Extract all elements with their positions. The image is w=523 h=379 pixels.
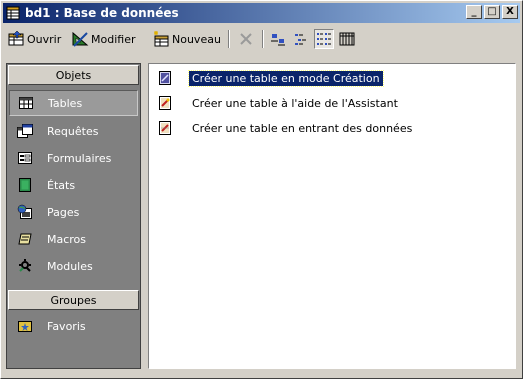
objects-item-tables[interactable]: Tables: [9, 90, 138, 116]
list-item-label: Créer une table en entrant des données: [192, 121, 413, 135]
table-icon: [18, 95, 34, 111]
query-icon: [17, 123, 33, 139]
small-icons-view-button[interactable]: [291, 29, 311, 49]
objects-item-pages[interactable]: Pages: [9, 199, 138, 225]
groups-header-label: Groupes: [50, 293, 97, 307]
new-label: Nouveau: [172, 32, 221, 46]
form-icon: [17, 150, 33, 166]
delete-icon: [240, 33, 252, 45]
objects-item-queries[interactable]: Requêtes: [9, 118, 138, 144]
objects-item-label: États: [47, 178, 76, 192]
database-window: bd1 : Base de données _ □ X Ouvrir Modif…: [0, 0, 523, 379]
list-item-create-wizard[interactable]: Créer une table à l'aide de l'Assistant: [157, 94, 401, 112]
new-button[interactable]: Nouveau: [152, 28, 221, 50]
minimize-button[interactable]: _: [466, 5, 482, 19]
details-view-button[interactable]: [337, 29, 357, 49]
list-view-icon: [317, 33, 331, 45]
objects-item-label: Macros: [47, 232, 87, 246]
large-icons-icon: [271, 34, 285, 46]
new-table-icon: [152, 30, 170, 48]
objects-item-label: Modules: [47, 259, 93, 273]
objects-bar: Objets Tables Requêtes Formulaires États: [6, 63, 141, 369]
list-item-label: Créer une table en mode Création: [188, 69, 384, 87]
macro-icon: [17, 231, 33, 247]
objects-item-forms[interactable]: Formulaires: [9, 145, 138, 171]
list-view-button[interactable]: [314, 29, 334, 49]
close-button[interactable]: X: [502, 5, 518, 19]
objects-list-pane[interactable]: Créer une table en mode Création Créer u…: [148, 63, 516, 369]
open-button[interactable]: Ouvrir: [7, 28, 61, 50]
details-view-icon: [339, 32, 355, 46]
modify-label: Modifier: [91, 32, 136, 46]
toolbar-separator: [228, 30, 230, 48]
groups-item-favorites[interactable]: Favoris: [9, 313, 138, 339]
objects-item-reports[interactable]: États: [9, 172, 138, 198]
design-ruler-icon: [71, 30, 89, 48]
objects-item-label: Tables: [48, 96, 83, 110]
maximize-icon: □: [487, 6, 497, 17]
list-item-label: Créer une table à l'aide de l'Assistant: [192, 96, 398, 110]
design-table-icon: [157, 70, 173, 86]
small-icons-icon: [295, 34, 306, 45]
objects-item-modules[interactable]: Modules: [9, 253, 138, 279]
favorites-folder-icon: [17, 318, 33, 334]
module-icon: [17, 258, 33, 274]
close-icon: X: [506, 6, 514, 17]
objects-header-label: Objets: [55, 68, 92, 82]
open-label: Ouvrir: [27, 32, 62, 46]
objects-item-label: Pages: [47, 205, 80, 219]
report-icon: [17, 177, 33, 193]
large-icons-view-button[interactable]: [268, 29, 288, 49]
maximize-button[interactable]: □: [484, 5, 500, 19]
toolbar: Ouvrir Modifier Nouveau: [5, 26, 518, 52]
open-icon: [7, 30, 25, 48]
wizard-icon: [157, 95, 173, 111]
list-item-create-datasheet[interactable]: Créer une table en entrant des données: [157, 119, 415, 137]
window-title: bd1 : Base de données: [25, 6, 179, 20]
title-bar[interactable]: bd1 : Base de données _ □ X: [3, 3, 520, 23]
modify-button[interactable]: Modifier: [71, 28, 135, 50]
datasheet-entry-icon: [157, 120, 173, 136]
objects-item-label: Requêtes: [47, 124, 99, 138]
objects-item-macros[interactable]: Macros: [9, 226, 138, 252]
objects-header-button[interactable]: Objets: [8, 65, 139, 85]
list-item-create-design[interactable]: Créer une table en mode Création: [157, 69, 384, 87]
groups-header-button[interactable]: Groupes: [8, 290, 139, 310]
objects-item-label: Formulaires: [47, 151, 112, 165]
page-icon: [17, 204, 33, 220]
minimize-icon: _: [471, 6, 477, 17]
database-window-icon: [6, 6, 20, 20]
groups-item-label: Favoris: [47, 319, 86, 333]
toolbar-separator: [262, 30, 264, 48]
delete-button[interactable]: [234, 29, 258, 49]
